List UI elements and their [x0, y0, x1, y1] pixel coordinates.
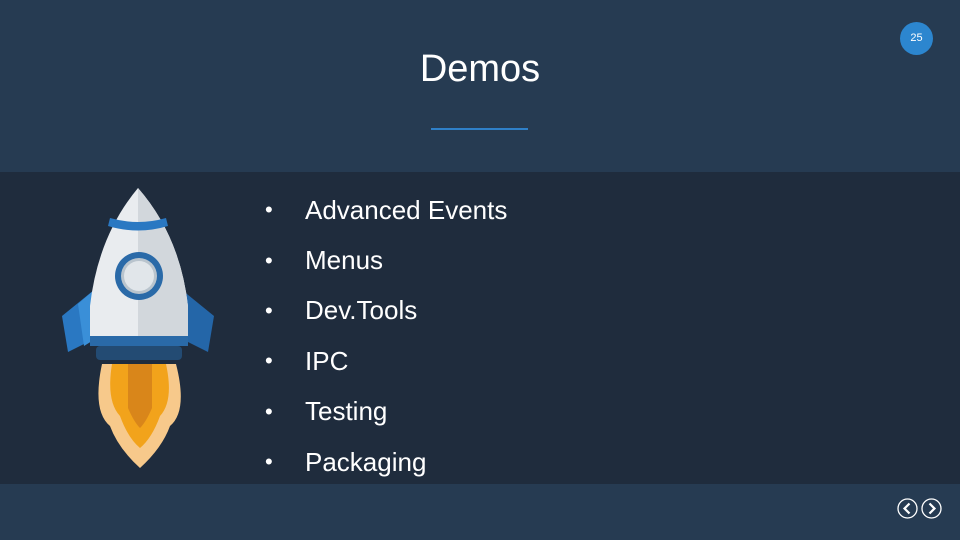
page-title: Demos	[419, 48, 541, 90]
chevron-right-circle-icon[interactable]	[921, 498, 942, 519]
list-item: • Packaging	[265, 446, 427, 477]
slide-footer	[0, 484, 960, 540]
list-item: • Dev.Tools	[265, 295, 418, 326]
list-item: • IPC	[265, 345, 349, 376]
list-item: • Advanced Events	[265, 194, 508, 225]
list-item-label: IPC	[305, 345, 349, 376]
list-item-label: Packaging	[305, 446, 427, 477]
list-item: • Testing	[265, 396, 388, 427]
rocket-icon	[62, 188, 214, 468]
chevron-left-circle-icon[interactable]	[897, 498, 918, 519]
list-item: • Menus	[265, 245, 384, 276]
page-number-badge: 25	[900, 22, 933, 55]
bullet-list: • Advanced Events • Menus • Dev.Tools • IPC …	[265, 185, 507, 487]
list-item-label: Dev.Tools	[305, 295, 418, 326]
list-item-label: Testing	[305, 396, 388, 427]
list-item-label: Menus	[305, 245, 384, 276]
list-item-label: Advanced Events	[305, 194, 508, 225]
title-underline	[431, 128, 528, 130]
